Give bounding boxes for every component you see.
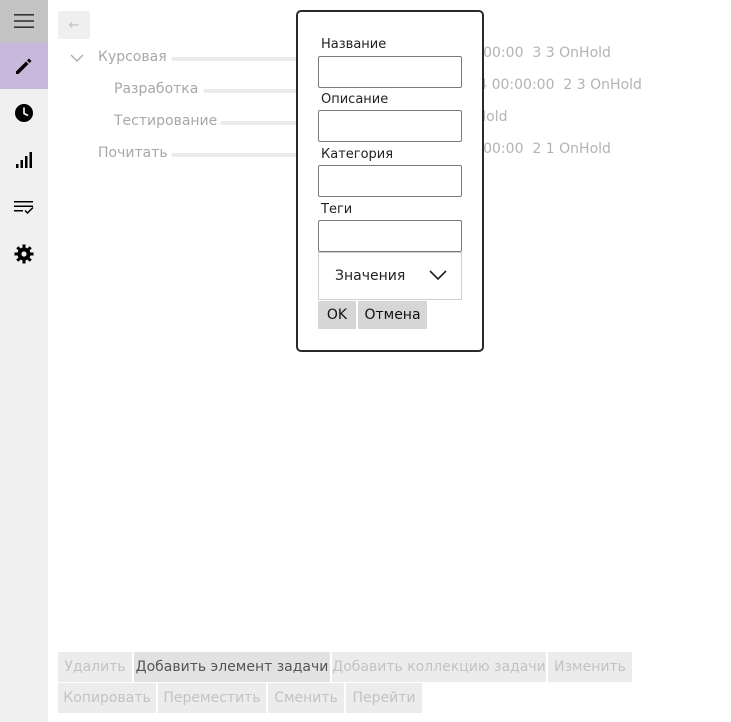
copy-button[interactable]: Копировать <box>58 683 156 713</box>
name-label: Название <box>321 37 387 52</box>
sidebar-item-settings[interactable] <box>0 230 48 277</box>
sidebar-item-edit[interactable] <box>0 42 48 89</box>
task-name: Тестирование <box>114 113 218 129</box>
task-name: Почитать <box>98 145 168 161</box>
sidebar-item-stats[interactable] <box>0 136 48 183</box>
chevron-down-icon <box>70 54 84 62</box>
edit-button[interactable]: Изменить <box>548 652 632 682</box>
gear-icon <box>14 244 34 263</box>
menu-icon <box>14 14 34 28</box>
add-task-collection-button[interactable]: Добавить коллекцию задачи <box>332 652 546 682</box>
values-select[interactable]: Значения <box>318 252 462 300</box>
sidebar-item-history[interactable] <box>0 89 48 136</box>
description-label: Описание <box>321 92 389 107</box>
task-name: Курсовая <box>98 49 167 65</box>
back-button[interactable]: ← <box>58 11 90 39</box>
switch-button[interactable]: Сменить <box>268 683 344 713</box>
category-label: Категория <box>321 147 394 162</box>
ok-button[interactable]: OK <box>318 301 356 329</box>
task-name: Разработка <box>114 81 199 97</box>
checklist-icon <box>14 200 34 214</box>
sidebar <box>0 0 48 722</box>
new-task-dialog: Название Описание Категория Теги Значени… <box>296 10 484 352</box>
description-input[interactable] <box>318 110 462 142</box>
chevron-down-icon <box>429 270 447 281</box>
delete-button[interactable]: Удалить <box>58 652 132 682</box>
category-input[interactable] <box>318 165 462 197</box>
arrow-left-icon: ← <box>68 17 80 33</box>
tags-input[interactable] <box>318 220 462 252</box>
app-window: ← Курсовая 31.12.2024 00:00:00 3 3 OnHol… <box>0 0 731 722</box>
move-button[interactable]: Переместить <box>158 683 266 713</box>
cancel-button[interactable]: Отмена <box>358 301 427 329</box>
goto-button[interactable]: Перейти <box>346 683 422 713</box>
sidebar-item-checklist[interactable] <box>0 183 48 230</box>
values-select-label: Значения <box>335 268 406 284</box>
name-input[interactable] <box>318 56 462 88</box>
menu-button[interactable] <box>0 0 48 42</box>
bar-chart-icon <box>16 151 32 168</box>
add-task-item-button[interactable]: Добавить элемент задачи <box>134 652 330 682</box>
tags-label: Теги <box>321 202 353 217</box>
clock-icon <box>15 103 33 122</box>
pencil-icon <box>16 58 32 74</box>
